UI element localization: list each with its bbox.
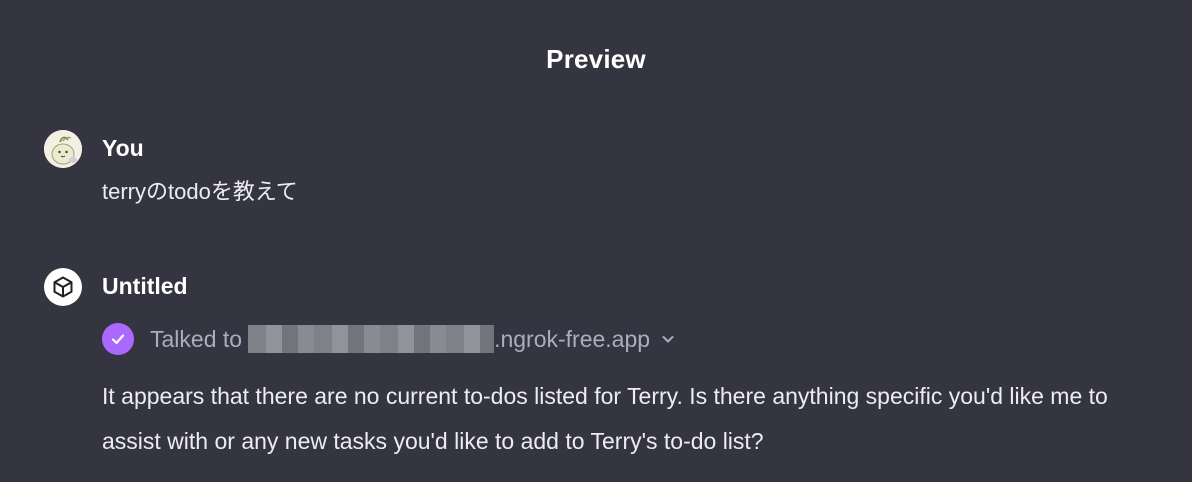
user-avatar-illustration-icon [44, 130, 82, 168]
redacted-domain [248, 325, 495, 353]
assistant-avatar [44, 268, 82, 306]
user-author-name: You [102, 135, 144, 161]
assistant-message-text: It appears that there are no current to-… [102, 383, 1108, 454]
user-message-text: terryのtodoを教えて [102, 179, 298, 204]
tool-call-prefix: Talked to [150, 325, 243, 352]
tool-call-summary[interactable]: Talked to .ngrok-free.app [102, 322, 676, 356]
cube-icon [53, 276, 73, 298]
page-title: Preview [546, 44, 646, 74]
chevron-down-icon[interactable] [660, 331, 676, 347]
tool-call-domain-suffix: .ngrok-free.app [494, 325, 651, 352]
user-avatar [44, 130, 82, 168]
check-icon [102, 323, 134, 355]
assistant-author-name: Untitled [102, 273, 188, 299]
